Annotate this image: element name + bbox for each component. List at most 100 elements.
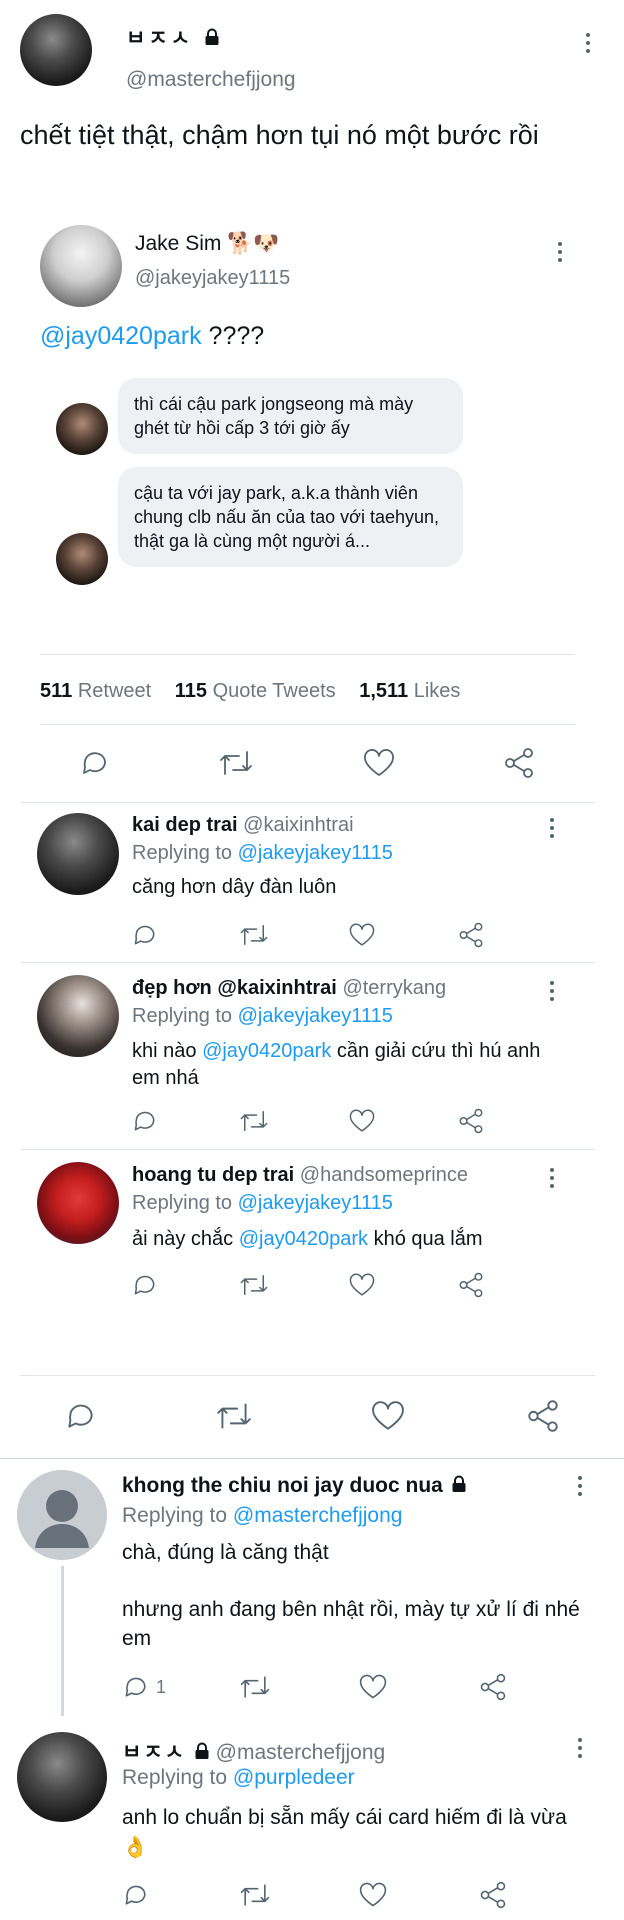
reply-header: đẹp hơn @kaixinhtrai @terrykang [132, 977, 446, 1000]
reply-more-options-icon[interactable] [549, 1168, 555, 1188]
divider [20, 962, 595, 963]
thread-reply-avatar[interactable] [17, 1732, 107, 1822]
dm-message-2: cậu ta với jay park, a.k.a thành viên ch… [118, 467, 463, 567]
retweet-icon[interactable] [217, 748, 255, 778]
reply-action-bar [0, 920, 624, 952]
dm-avatar-2 [56, 533, 108, 585]
mention-link[interactable]: @jay0420park [239, 1228, 368, 1250]
replying-to: Replying to @jakeyjakey1115 [132, 842, 393, 864]
author-display-name[interactable]: ㅂㅈㅅ [126, 22, 220, 52]
thread-reply-header: khong the chiu noi jay duoc nua [122, 1474, 467, 1498]
replying-to-link[interactable]: @purpledeer [233, 1766, 355, 1789]
reply-avatar[interactable] [37, 1162, 119, 1244]
divider [0, 1458, 624, 1459]
share-icon[interactable] [525, 1399, 561, 1433]
like-icon[interactable] [358, 1673, 388, 1701]
retweet-icon[interactable] [238, 1881, 272, 1909]
thread-reply-avatar[interactable] [17, 1470, 107, 1560]
like-icon[interactable] [358, 1881, 388, 1909]
quoted-more-options-icon[interactable] [557, 242, 563, 262]
thread-reply-action-bar: 1 [0, 1670, 624, 1706]
like-icon[interactable] [348, 922, 376, 948]
author-handle[interactable]: @masterchefjjong [126, 68, 296, 92]
author-avatar[interactable] [20, 14, 92, 86]
engagement-stats: 511 Retweet 115 Quote Tweets 1,511 Likes [40, 680, 460, 703]
reply-avatar[interactable] [37, 975, 119, 1057]
quoted-tweet-text: @jay0420park ???? [40, 322, 264, 351]
reply-text: khi nào @jay0420park cần giải cứu thì hú… [132, 1040, 541, 1089]
retweet-stat[interactable]: 511 Retweet [40, 680, 151, 702]
reply-author-handle[interactable]: @kaixinhtrai [243, 814, 353, 836]
reply-text: ải này chắc @jay0420park khó qua lắm [132, 1228, 483, 1250]
main-action-bar [0, 1396, 624, 1436]
share-icon[interactable] [457, 1107, 485, 1135]
reply-author-handle[interactable]: @handsomeprince [300, 1164, 468, 1186]
thread-reply-text-line2: nhưng anh đang bên nhật rồi, mày tự xử l… [122, 1598, 580, 1650]
reply-icon[interactable] [131, 922, 159, 948]
reply-text: căng hơn dây đàn luôn [132, 876, 337, 898]
reply-icon[interactable] [64, 1400, 98, 1432]
thread-reply-text: anh lo chuẩn bị sẵn mấy cái card hiếm đi… [122, 1806, 567, 1859]
lock-icon [452, 1475, 466, 1492]
thread-reply-author-name[interactable]: ㅂㅈㅅ [122, 1741, 186, 1764]
replying-to-link[interactable]: @jakeyjakey1115 [238, 1005, 393, 1027]
thread-reply-more-options-icon[interactable] [577, 1738, 583, 1758]
share-icon[interactable] [457, 921, 485, 949]
divider [40, 654, 575, 655]
tweet-text: chết tiệt thật, chậm hơn tụi nó một bước… [20, 120, 539, 150]
quote-stat[interactable]: 115 Quote Tweets [175, 680, 336, 702]
retweet-icon[interactable] [238, 1272, 270, 1298]
reply-more-options-icon[interactable] [549, 818, 555, 838]
reply-icon[interactable] [122, 1881, 150, 1909]
thread-reply-author-handle[interactable]: @masterchefjjong [216, 1741, 386, 1764]
share-icon[interactable] [478, 1880, 508, 1910]
share-icon[interactable] [457, 1271, 485, 1299]
replying-to: Replying to @jakeyjakey1115 [132, 1192, 393, 1214]
retweet-icon[interactable] [238, 1108, 270, 1134]
like-icon[interactable] [370, 1400, 406, 1432]
dm-message-1: thì cái cậu park jongseong mà mày ghét t… [118, 378, 463, 454]
reply-more-options-icon[interactable] [549, 981, 555, 1001]
quoted-author-avatar[interactable] [40, 225, 122, 307]
replying-to: Replying to @masterchefjjong [122, 1504, 403, 1527]
more-options-icon[interactable] [585, 33, 591, 53]
retweet-icon[interactable] [214, 1400, 254, 1432]
reply-icon[interactable] [131, 1108, 159, 1134]
lock-icon [205, 28, 219, 45]
replying-to: Replying to @jakeyjakey1115 [132, 1005, 393, 1027]
replying-to: Replying to @purpledeer [122, 1766, 355, 1789]
reply-author-name[interactable]: kai dep trai [132, 814, 238, 836]
thread-reply-action-bar [0, 1878, 624, 1914]
reply-header: hoang tu dep trai @handsomeprince [132, 1164, 468, 1187]
likes-stat[interactable]: 1,511 Likes [359, 680, 460, 702]
replying-to-link[interactable]: @jakeyjakey1115 [238, 1192, 393, 1214]
reply-icon[interactable] [131, 1272, 159, 1298]
thread-reply-more-options-icon[interactable] [577, 1476, 583, 1496]
replying-to-link[interactable]: @jakeyjakey1115 [238, 842, 393, 864]
share-icon[interactable] [478, 1672, 508, 1702]
mention-link[interactable]: @jay0420park [202, 1040, 331, 1062]
like-icon[interactable] [348, 1272, 376, 1298]
reply-count: 1 [156, 1677, 167, 1697]
thread-reply-author-name[interactable]: khong the chiu noi jay duoc nua [122, 1474, 443, 1497]
reply-author-name[interactable]: hoang tu dep trai [132, 1164, 294, 1186]
dm-avatar-1 [56, 403, 108, 455]
dog-emoji: 🐕🐶 [227, 232, 280, 255]
reply-icon[interactable] [79, 748, 111, 778]
retweet-icon[interactable] [238, 1673, 272, 1701]
author-name-text: ㅂㅈㅅ [126, 27, 193, 50]
retweet-icon[interactable] [238, 922, 270, 948]
quoted-author-handle[interactable]: @jakeyjakey1115 [135, 267, 290, 290]
mention-link[interactable]: @jay0420park [40, 322, 202, 350]
like-icon[interactable] [348, 1108, 376, 1134]
like-icon[interactable] [362, 748, 396, 778]
quoted-author-name[interactable]: Jake Sim 🐕🐶 [135, 232, 280, 256]
reply-author-name[interactable]: đẹp hơn @kaixinhtrai [132, 977, 337, 999]
replying-to-link[interactable]: @masterchefjjong [233, 1504, 403, 1527]
reply-avatar[interactable] [37, 813, 119, 895]
reply-author-handle[interactable]: @terrykang [342, 977, 446, 999]
share-icon[interactable] [502, 747, 536, 779]
ok-hand-emoji: 👌 [122, 1836, 149, 1859]
reply-icon[interactable] [122, 1673, 150, 1701]
divider [20, 1375, 595, 1376]
